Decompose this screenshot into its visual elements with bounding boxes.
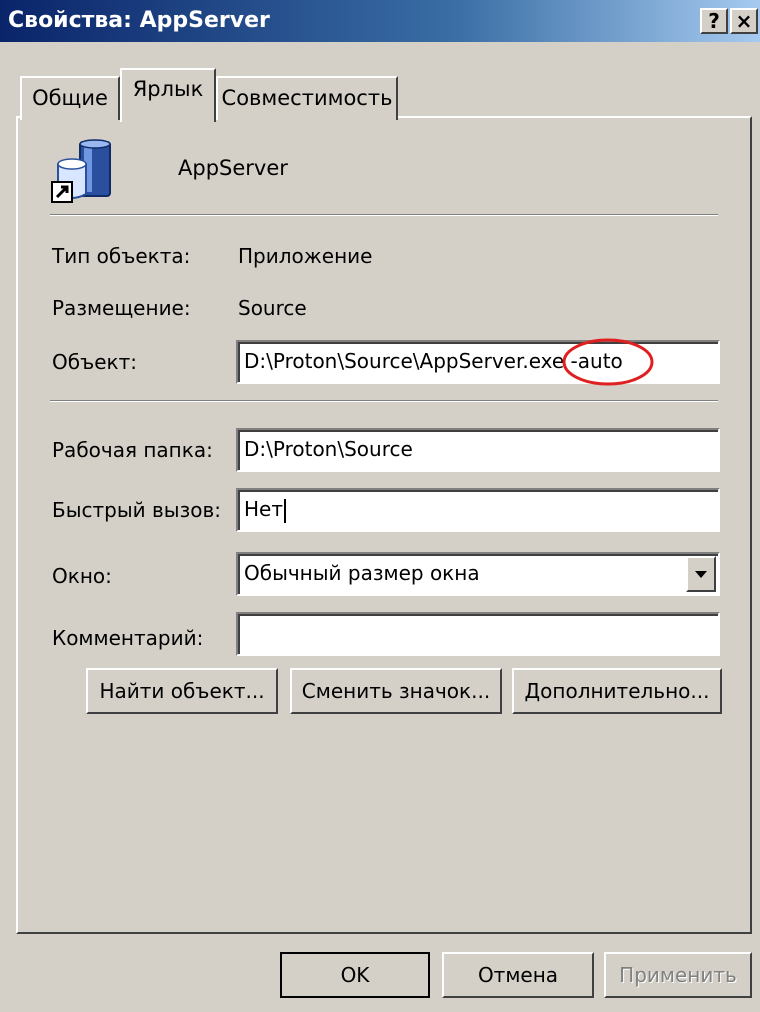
- dropdown-button[interactable]: [686, 556, 716, 592]
- hotkey-value: Нет: [244, 497, 283, 521]
- chevron-down-icon: [695, 571, 707, 578]
- comment-label: Комментарий:: [52, 626, 204, 650]
- hotkey-label: Быстрый вызов:: [52, 498, 221, 522]
- hotkey-field[interactable]: Нет: [236, 488, 720, 532]
- shortcut-properties-dialog: Свойства: AppServer ? × Общие Ярлык Совм…: [0, 0, 760, 1012]
- change-icon-button[interactable]: Сменить значок...: [290, 668, 502, 714]
- type-label: Тип объекта:: [52, 244, 191, 268]
- help-button[interactable]: ?: [700, 8, 728, 34]
- advanced-button[interactable]: Дополнительно...: [512, 668, 722, 714]
- comment-field[interactable]: [236, 612, 720, 656]
- start-in-field[interactable]: D:\Proton\Source: [236, 428, 720, 472]
- run-label: Окно:: [52, 564, 112, 588]
- tab-general[interactable]: Общие: [20, 76, 120, 120]
- find-target-button[interactable]: Найти объект...: [86, 668, 278, 714]
- separator: [50, 214, 718, 216]
- tab-compatibility[interactable]: Совместимость: [216, 76, 398, 120]
- target-label: Объект:: [52, 350, 137, 374]
- run-select[interactable]: Обычный размер окна: [236, 552, 720, 596]
- close-button[interactable]: ×: [730, 8, 758, 34]
- tab-shortcut[interactable]: Ярлык: [120, 68, 216, 122]
- cancel-button[interactable]: Отмена: [442, 952, 594, 998]
- start-in-label: Рабочая папка:: [52, 438, 213, 462]
- location-label: Размещение:: [52, 296, 191, 320]
- separator: [50, 400, 718, 402]
- location-value: Source: [238, 296, 307, 320]
- apply-button[interactable]: Применить: [604, 952, 752, 998]
- title-bar[interactable]: Свойства: AppServer ? ×: [0, 0, 760, 42]
- text-caret: [284, 498, 286, 523]
- target-field[interactable]: D:\Proton\Source\AppServer.exe -auto: [236, 340, 720, 384]
- appserver-shortcut-icon: [51, 139, 111, 203]
- run-select-value: Обычный размер окна: [244, 561, 480, 585]
- window-title: Свойства: AppServer: [8, 8, 270, 33]
- ok-button[interactable]: OK: [280, 952, 430, 998]
- type-value: Приложение: [238, 244, 373, 268]
- shortcut-name: AppServer: [178, 156, 288, 180]
